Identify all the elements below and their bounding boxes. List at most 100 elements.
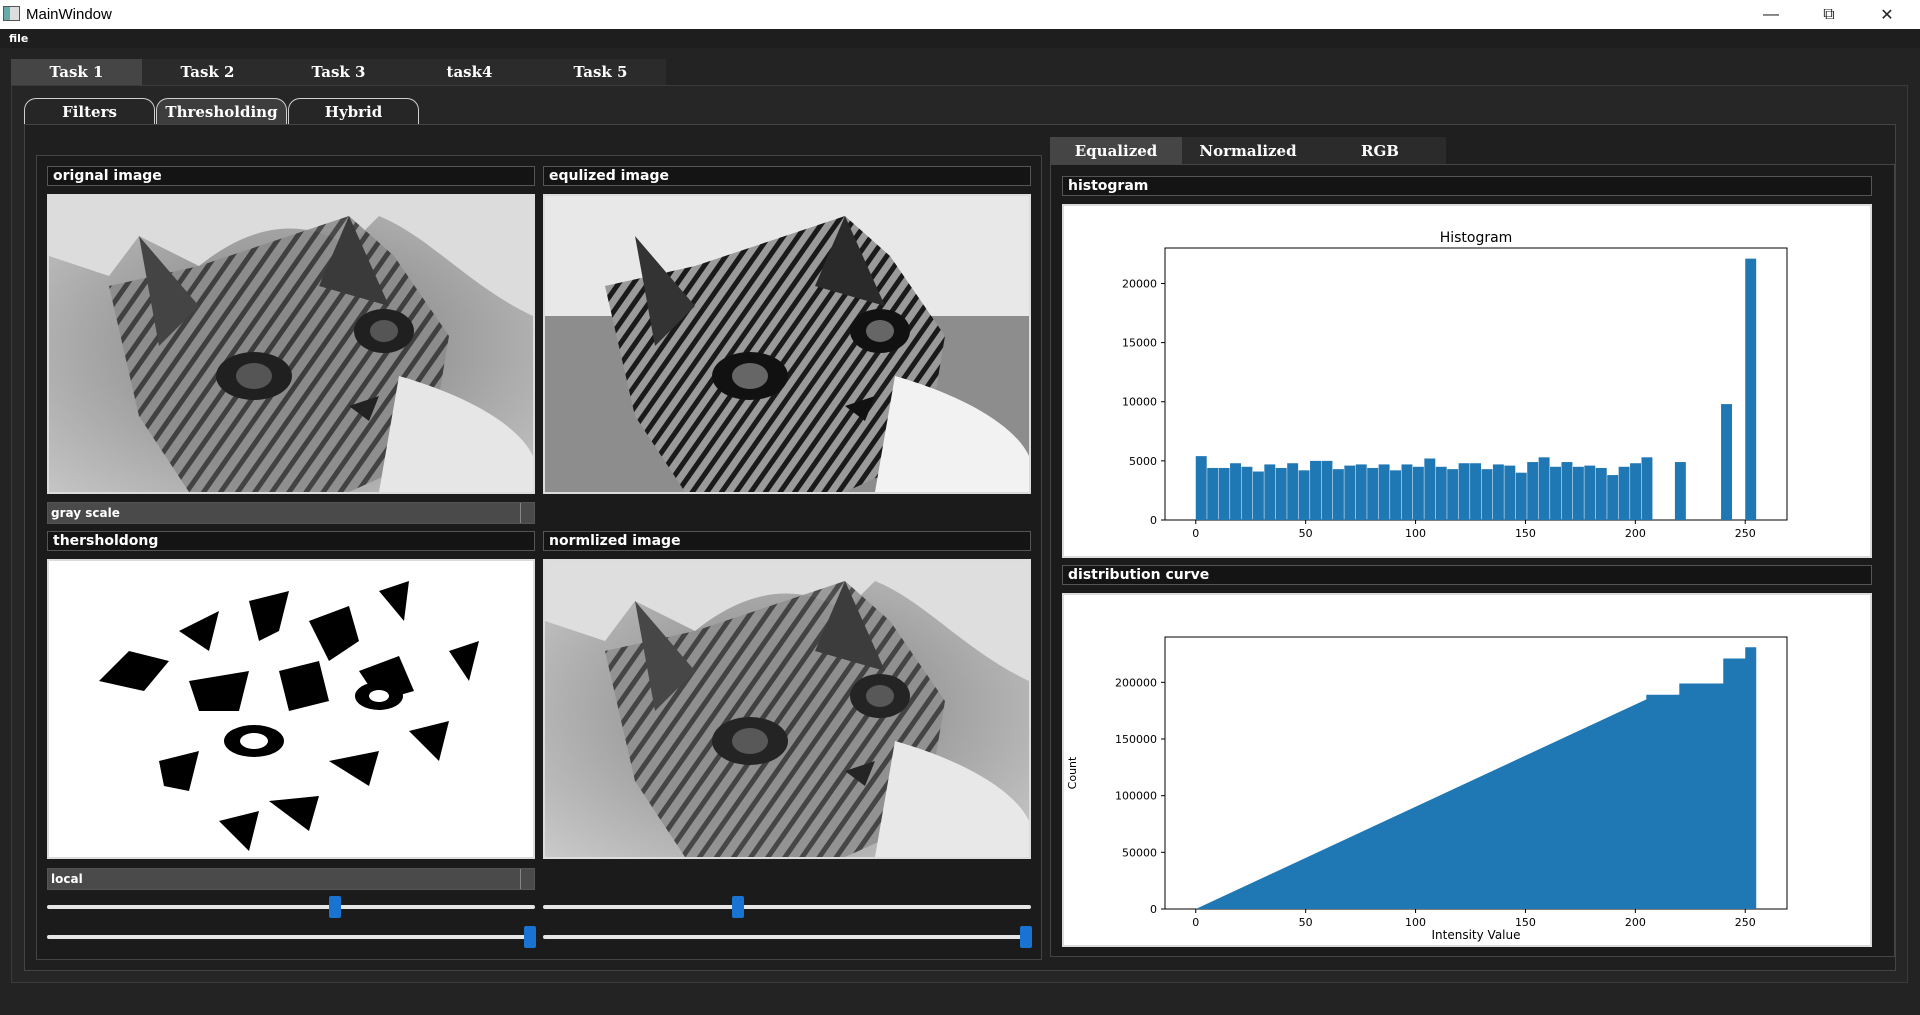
- x-tick-label: 250: [1735, 527, 1756, 540]
- slider-handle[interactable]: [1020, 926, 1033, 948]
- histogram-label: histogram: [1062, 176, 1872, 196]
- tab-filters[interactable]: Filters: [24, 98, 155, 124]
- dropdown-arrow-icon: [520, 869, 534, 889]
- menu-file[interactable]: file: [9, 32, 28, 45]
- tab-thresholding[interactable]: Thresholding: [156, 98, 287, 124]
- gray-scale-combo[interactable]: gray scale: [47, 502, 535, 524]
- normalized-image: [543, 559, 1031, 859]
- slider-handle[interactable]: [732, 896, 745, 918]
- original-image: [47, 194, 535, 494]
- y-tick-label: 200000: [1115, 676, 1157, 689]
- slider-handle[interactable]: [524, 926, 537, 948]
- distribution-plot: 0 50 100 150 200 250 0 50000 100000 150000 200000 I…: [1062, 593, 1872, 947]
- threshold-mode-combo[interactable]: local: [47, 868, 535, 890]
- y-tick-label: 0: [1150, 903, 1157, 916]
- slider-handle[interactable]: [328, 896, 341, 918]
- histogram-bar: [1481, 469, 1493, 520]
- threshold-slider-1[interactable]: [47, 896, 535, 918]
- dropdown-arrow-icon: [520, 503, 534, 523]
- slider-track: [47, 905, 535, 909]
- window-title: MainWindow: [26, 6, 112, 23]
- histogram-bar: [1321, 460, 1333, 520]
- close-button[interactable]: ✕: [1858, 0, 1916, 29]
- tab-task1[interactable]: Task 1: [11, 59, 142, 85]
- tab-task4[interactable]: task4: [404, 59, 535, 85]
- histogram-bar: [1721, 404, 1732, 520]
- main-tab-bar: Task 1 Task 2 Task 3 task4 Task 5: [11, 59, 666, 85]
- normalize-slider-2[interactable]: [543, 926, 1033, 948]
- histogram-bar: [1515, 472, 1527, 520]
- app-icon: [3, 6, 20, 21]
- tab-equalized[interactable]: Equalized: [1050, 137, 1182, 164]
- slider-track: [543, 935, 1031, 939]
- threshold-image: [47, 559, 535, 859]
- x-tick-label: 200: [1625, 527, 1646, 540]
- status-bar: [0, 995, 1920, 1015]
- histogram-bar: [1298, 470, 1310, 520]
- histogram-bar: [1641, 457, 1653, 520]
- histogram-bar: [1287, 463, 1299, 520]
- histogram-bar: [1595, 467, 1607, 520]
- y-tick-label: 100000: [1115, 790, 1157, 803]
- histogram-bar: [1630, 463, 1642, 520]
- histogram-bar: [1458, 463, 1470, 520]
- threshold-slider-2[interactable]: [47, 926, 537, 948]
- tab-task2[interactable]: Task 2: [142, 59, 273, 85]
- histogram-bar: [1618, 466, 1630, 520]
- histogram-bar: [1367, 467, 1379, 520]
- histogram-bar: [1745, 258, 1757, 520]
- x-tick-label: 100: [1405, 916, 1426, 929]
- histogram-chart: Histogram 0 50 100 150 200 250 0 5000 10000 15000 2…: [1122, 230, 1788, 540]
- y-tick-label: 15000: [1122, 337, 1157, 350]
- minimize-button[interactable]: —: [1742, 0, 1800, 29]
- histogram-bar: [1241, 466, 1253, 520]
- histogram-bar: [1355, 464, 1367, 520]
- x-tick-label: 0: [1192, 916, 1199, 929]
- y-tick-label: 5000: [1129, 455, 1157, 468]
- tab-hybrid[interactable]: Hybrid: [288, 98, 419, 124]
- chart-title: Histogram: [1440, 230, 1513, 246]
- x-axis-label: Intensity Value: [1432, 928, 1521, 942]
- plot-tab-bar: Equalized Normalized RGB: [1050, 137, 1446, 164]
- histogram-bar: [1424, 458, 1436, 520]
- histogram-bar: [1401, 464, 1413, 520]
- y-tick-label: 20000: [1122, 277, 1157, 290]
- x-tick-label: 100: [1405, 527, 1426, 540]
- histogram-bar: [1607, 475, 1619, 520]
- sub-tab-bar: Filters Thresholding Hybrid: [24, 98, 420, 124]
- histogram-bar: [1218, 467, 1230, 520]
- histogram-bar: [1504, 465, 1516, 520]
- histogram-bar: [1344, 465, 1356, 520]
- y-tick-label: 150000: [1115, 733, 1157, 746]
- histogram-bar: [1550, 466, 1561, 520]
- slider-track: [543, 905, 1031, 909]
- histogram-bar: [1470, 463, 1481, 520]
- tab-normalized[interactable]: Normalized: [1182, 137, 1314, 164]
- tab-task3[interactable]: Task 3: [273, 59, 404, 85]
- maximize-button[interactable]: ⧉: [1800, 0, 1858, 29]
- menu-bar: file: [0, 29, 1920, 48]
- equalized-image-label: equlized image: [543, 166, 1031, 186]
- title-bar: MainWindow — ⧉ ✕: [0, 0, 1920, 29]
- histogram-bar: [1572, 466, 1584, 520]
- cumulative-area: [1195, 647, 1757, 909]
- histogram-bar: [1252, 471, 1264, 520]
- histogram-bar: [1492, 464, 1504, 520]
- y-tick-label: 50000: [1122, 846, 1157, 859]
- y-tick-label: 10000: [1122, 396, 1157, 409]
- gray-scale-combo-label: gray scale: [51, 506, 120, 520]
- histogram-bar: [1195, 456, 1207, 520]
- histogram-bar: [1412, 466, 1424, 520]
- histogram-bar: [1584, 465, 1596, 520]
- distribution-chart: 0 50 100 150 200 250050000100000150000200000I…: [1066, 636, 1788, 942]
- histogram-bar: [1378, 464, 1390, 520]
- histogram-bar: [1435, 466, 1447, 520]
- normalize-slider-1[interactable]: [543, 896, 1031, 918]
- histogram-bar: [1275, 467, 1287, 520]
- x-tick-label: 0: [1192, 527, 1199, 540]
- tab-rgb[interactable]: RGB: [1314, 137, 1446, 164]
- histogram-bar: [1264, 464, 1276, 520]
- tab-task5[interactable]: Task 5: [535, 59, 666, 85]
- slider-track: [47, 935, 535, 939]
- histogram-bar: [1561, 462, 1573, 520]
